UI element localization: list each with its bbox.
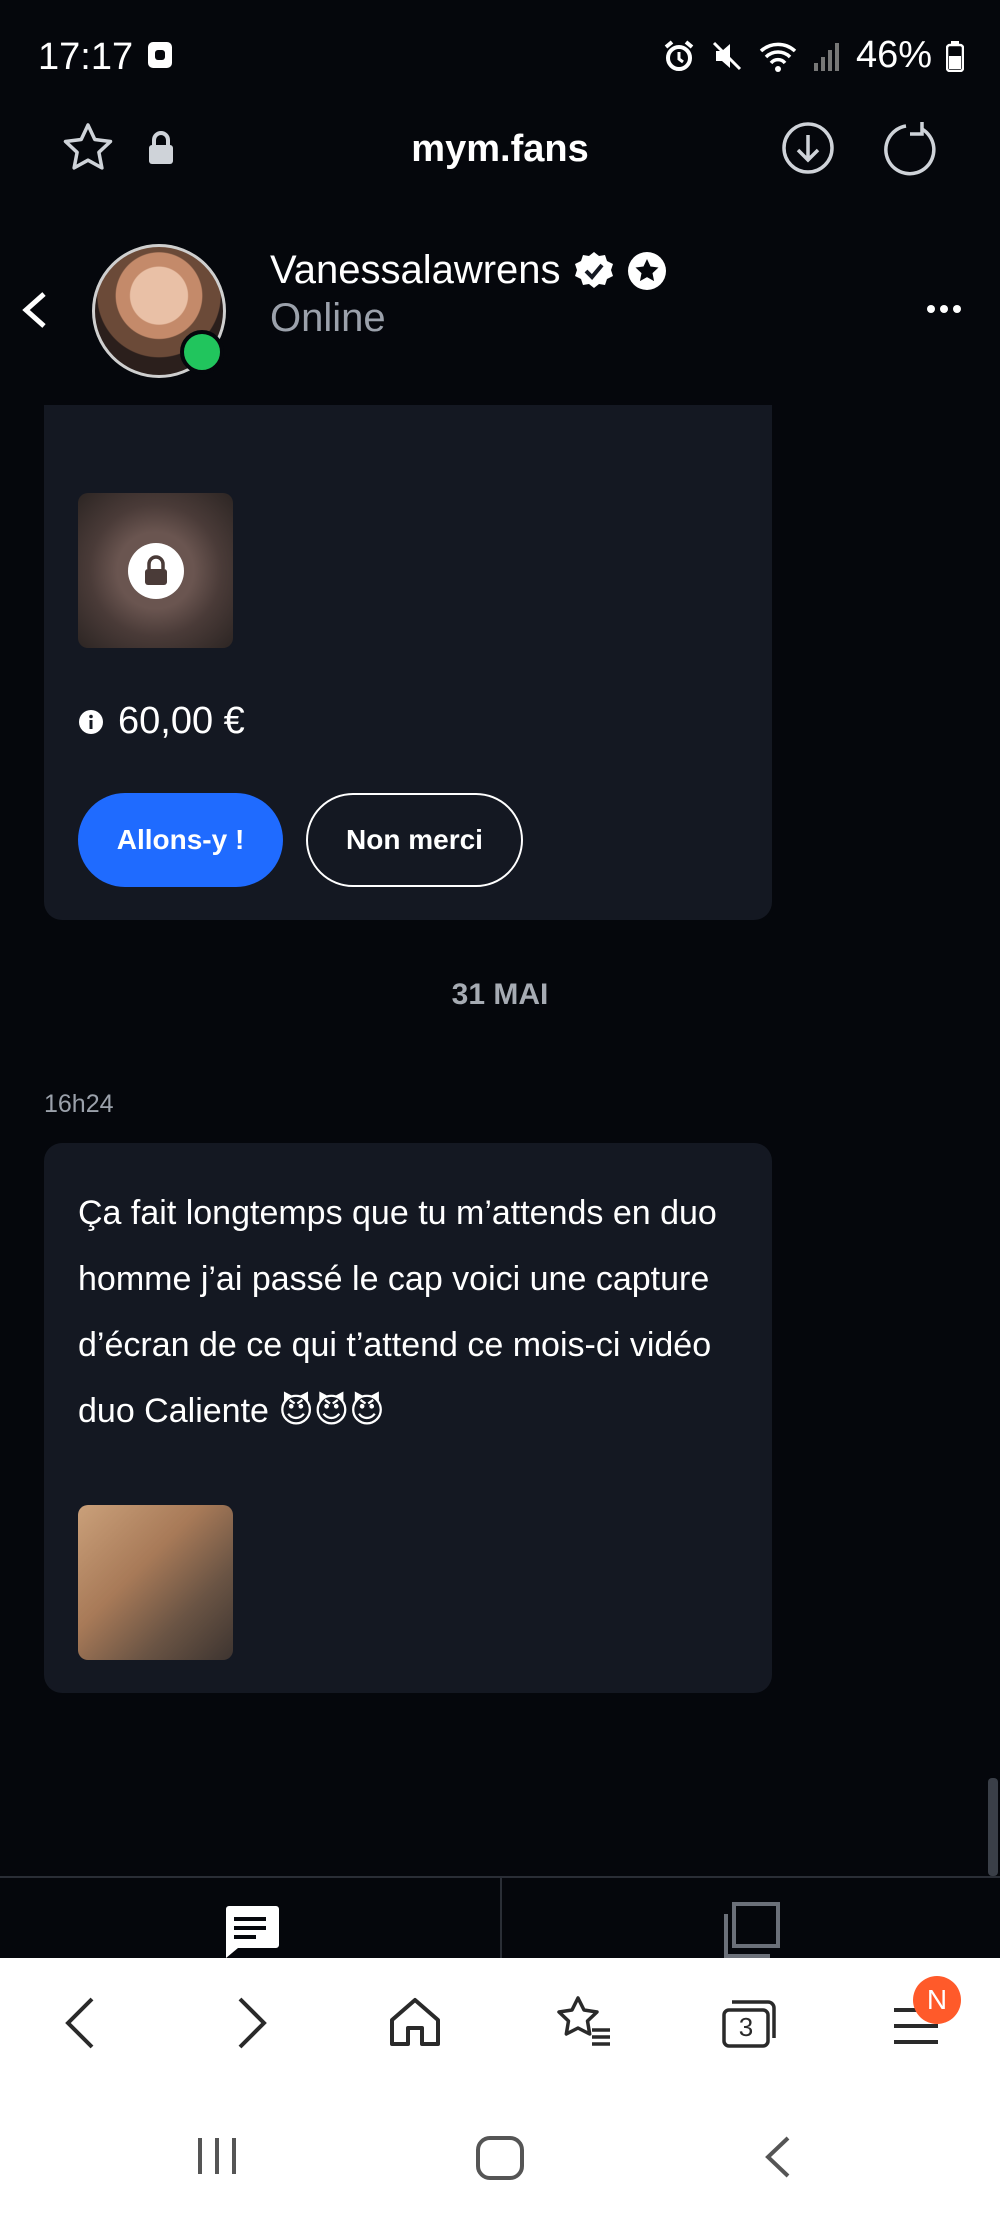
info-icon[interactable] <box>78 709 104 735</box>
verified-badge-icon <box>573 250 615 292</box>
price-row: 60,00 € <box>78 700 245 743</box>
browser-navigation-bar <box>0 1958 1000 2088</box>
nav-back-icon[interactable] <box>60 1995 100 2051</box>
message-text: Ça fait longtemps que tu m’attends en du… <box>78 1194 717 1430</box>
mute-icon <box>710 39 744 73</box>
nav-forward-icon[interactable] <box>232 1995 272 2051</box>
battery-percent: 46% <box>855 34 932 76</box>
tab-divider <box>500 1878 502 1958</box>
download-icon[interactable] <box>780 120 836 176</box>
battery-icon <box>946 40 964 72</box>
contact-name: Vanessalawrens <box>270 248 561 292</box>
tabs-count: 3 <box>738 2012 754 2042</box>
home-button-icon[interactable] <box>474 2134 526 2182</box>
contact-status: Online <box>270 296 386 340</box>
star-badge-icon <box>627 251 667 291</box>
wifi-icon <box>758 39 798 73</box>
online-indicator <box>180 330 224 374</box>
more-options-icon[interactable] <box>926 302 962 316</box>
signal-icon <box>812 39 842 73</box>
home-icon[interactable] <box>388 1996 442 2048</box>
bookmarks-icon[interactable] <box>554 1994 614 2050</box>
menu-notification-badge: N <box>913 1976 961 2024</box>
scrollbar-thumb[interactable] <box>988 1778 998 1876</box>
chat-tab-icon[interactable] <box>220 1902 280 1958</box>
system-back-icon[interactable] <box>760 2134 794 2180</box>
price-text: 60,00 € <box>118 700 245 742</box>
screenshot-notification-icon <box>146 40 174 70</box>
recent-apps-icon[interactable] <box>194 2134 240 2178</box>
decline-offer-button[interactable]: Non merci <box>306 793 523 887</box>
contact-name-row[interactable]: Vanessalawrens <box>270 248 667 293</box>
status-icons: 46% <box>662 34 964 77</box>
accept-offer-button[interactable]: Allons-y ! <box>78 793 283 887</box>
status-time: 17:17 <box>38 36 134 78</box>
message-time: 16h24 <box>44 1090 114 1118</box>
media-thumbnail[interactable] <box>78 1505 233 1660</box>
back-chevron-icon[interactable] <box>18 290 52 330</box>
media-tab-icon[interactable] <box>718 1900 782 1958</box>
alarm-icon <box>662 39 696 73</box>
date-separator: 31 MAI <box>451 978 549 1011</box>
url-text[interactable]: mym.fans <box>0 128 1000 171</box>
lock-icon <box>128 543 184 599</box>
reload-icon[interactable] <box>882 120 938 176</box>
